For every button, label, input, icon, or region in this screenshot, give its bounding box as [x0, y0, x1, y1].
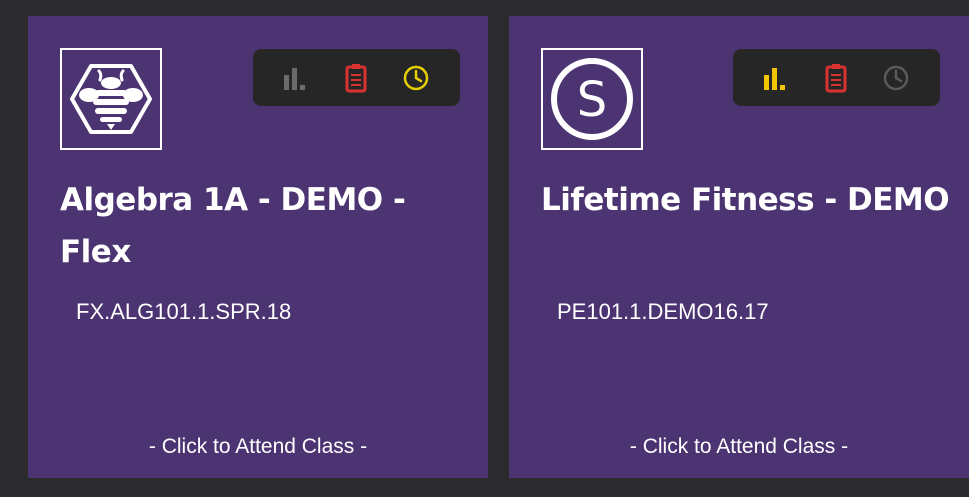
- attend-class-link[interactable]: - Click to Attend Class -: [28, 434, 488, 460]
- status-icons-bar: [733, 49, 940, 106]
- schoology-s-icon: S: [551, 58, 633, 140]
- assignments-clipboard-icon[interactable]: [821, 63, 851, 93]
- svg-text:S: S: [577, 72, 607, 128]
- course-title: Algebra 1A - DEMO - Flex: [60, 182, 406, 270]
- course-code: FX.ALG101.1.SPR.18: [76, 299, 292, 324]
- course-logo: S: [541, 48, 643, 150]
- course-title: Lifetime Fitness - DEMO: [541, 182, 950, 218]
- course-logo: [60, 48, 162, 150]
- status-icons-bar: [253, 49, 460, 106]
- attendance-clock-icon[interactable]: [401, 63, 431, 93]
- assignments-clipboard-icon[interactable]: [341, 63, 371, 93]
- grades-bar-chart-icon[interactable]: [281, 63, 311, 93]
- grades-bar-chart-icon[interactable]: [761, 63, 791, 93]
- course-code: PE101.1.DEMO16.17: [557, 299, 769, 324]
- course-card-algebra[interactable]: Algebra 1A - DEMO - Flex FX.ALG101.1.SPR…: [28, 16, 488, 478]
- attendance-clock-icon[interactable]: [881, 63, 911, 93]
- bee-hexagon-icon: [70, 64, 152, 134]
- course-dashboard: Algebra 1A - DEMO - Flex FX.ALG101.1.SPR…: [0, 0, 969, 497]
- attend-class-link[interactable]: - Click to Attend Class -: [509, 434, 969, 460]
- course-card-fitness[interactable]: S Lifetime Fitness - DEMO PE101.1.DEMO16…: [509, 16, 969, 478]
